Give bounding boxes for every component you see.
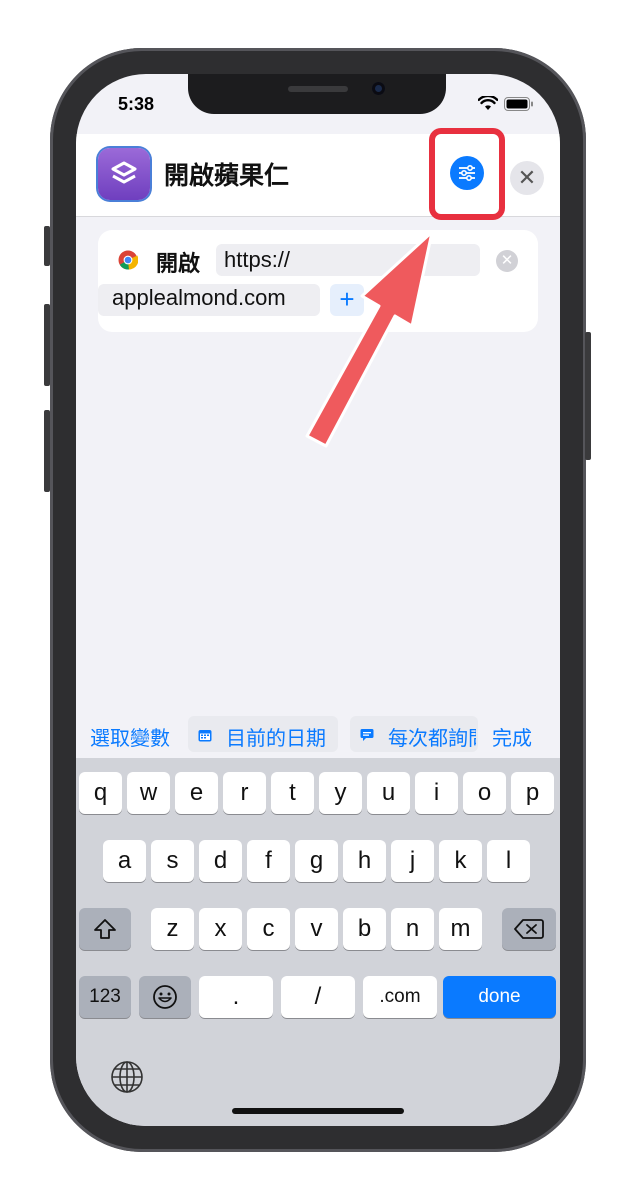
annotation-arrow bbox=[305, 230, 434, 448]
